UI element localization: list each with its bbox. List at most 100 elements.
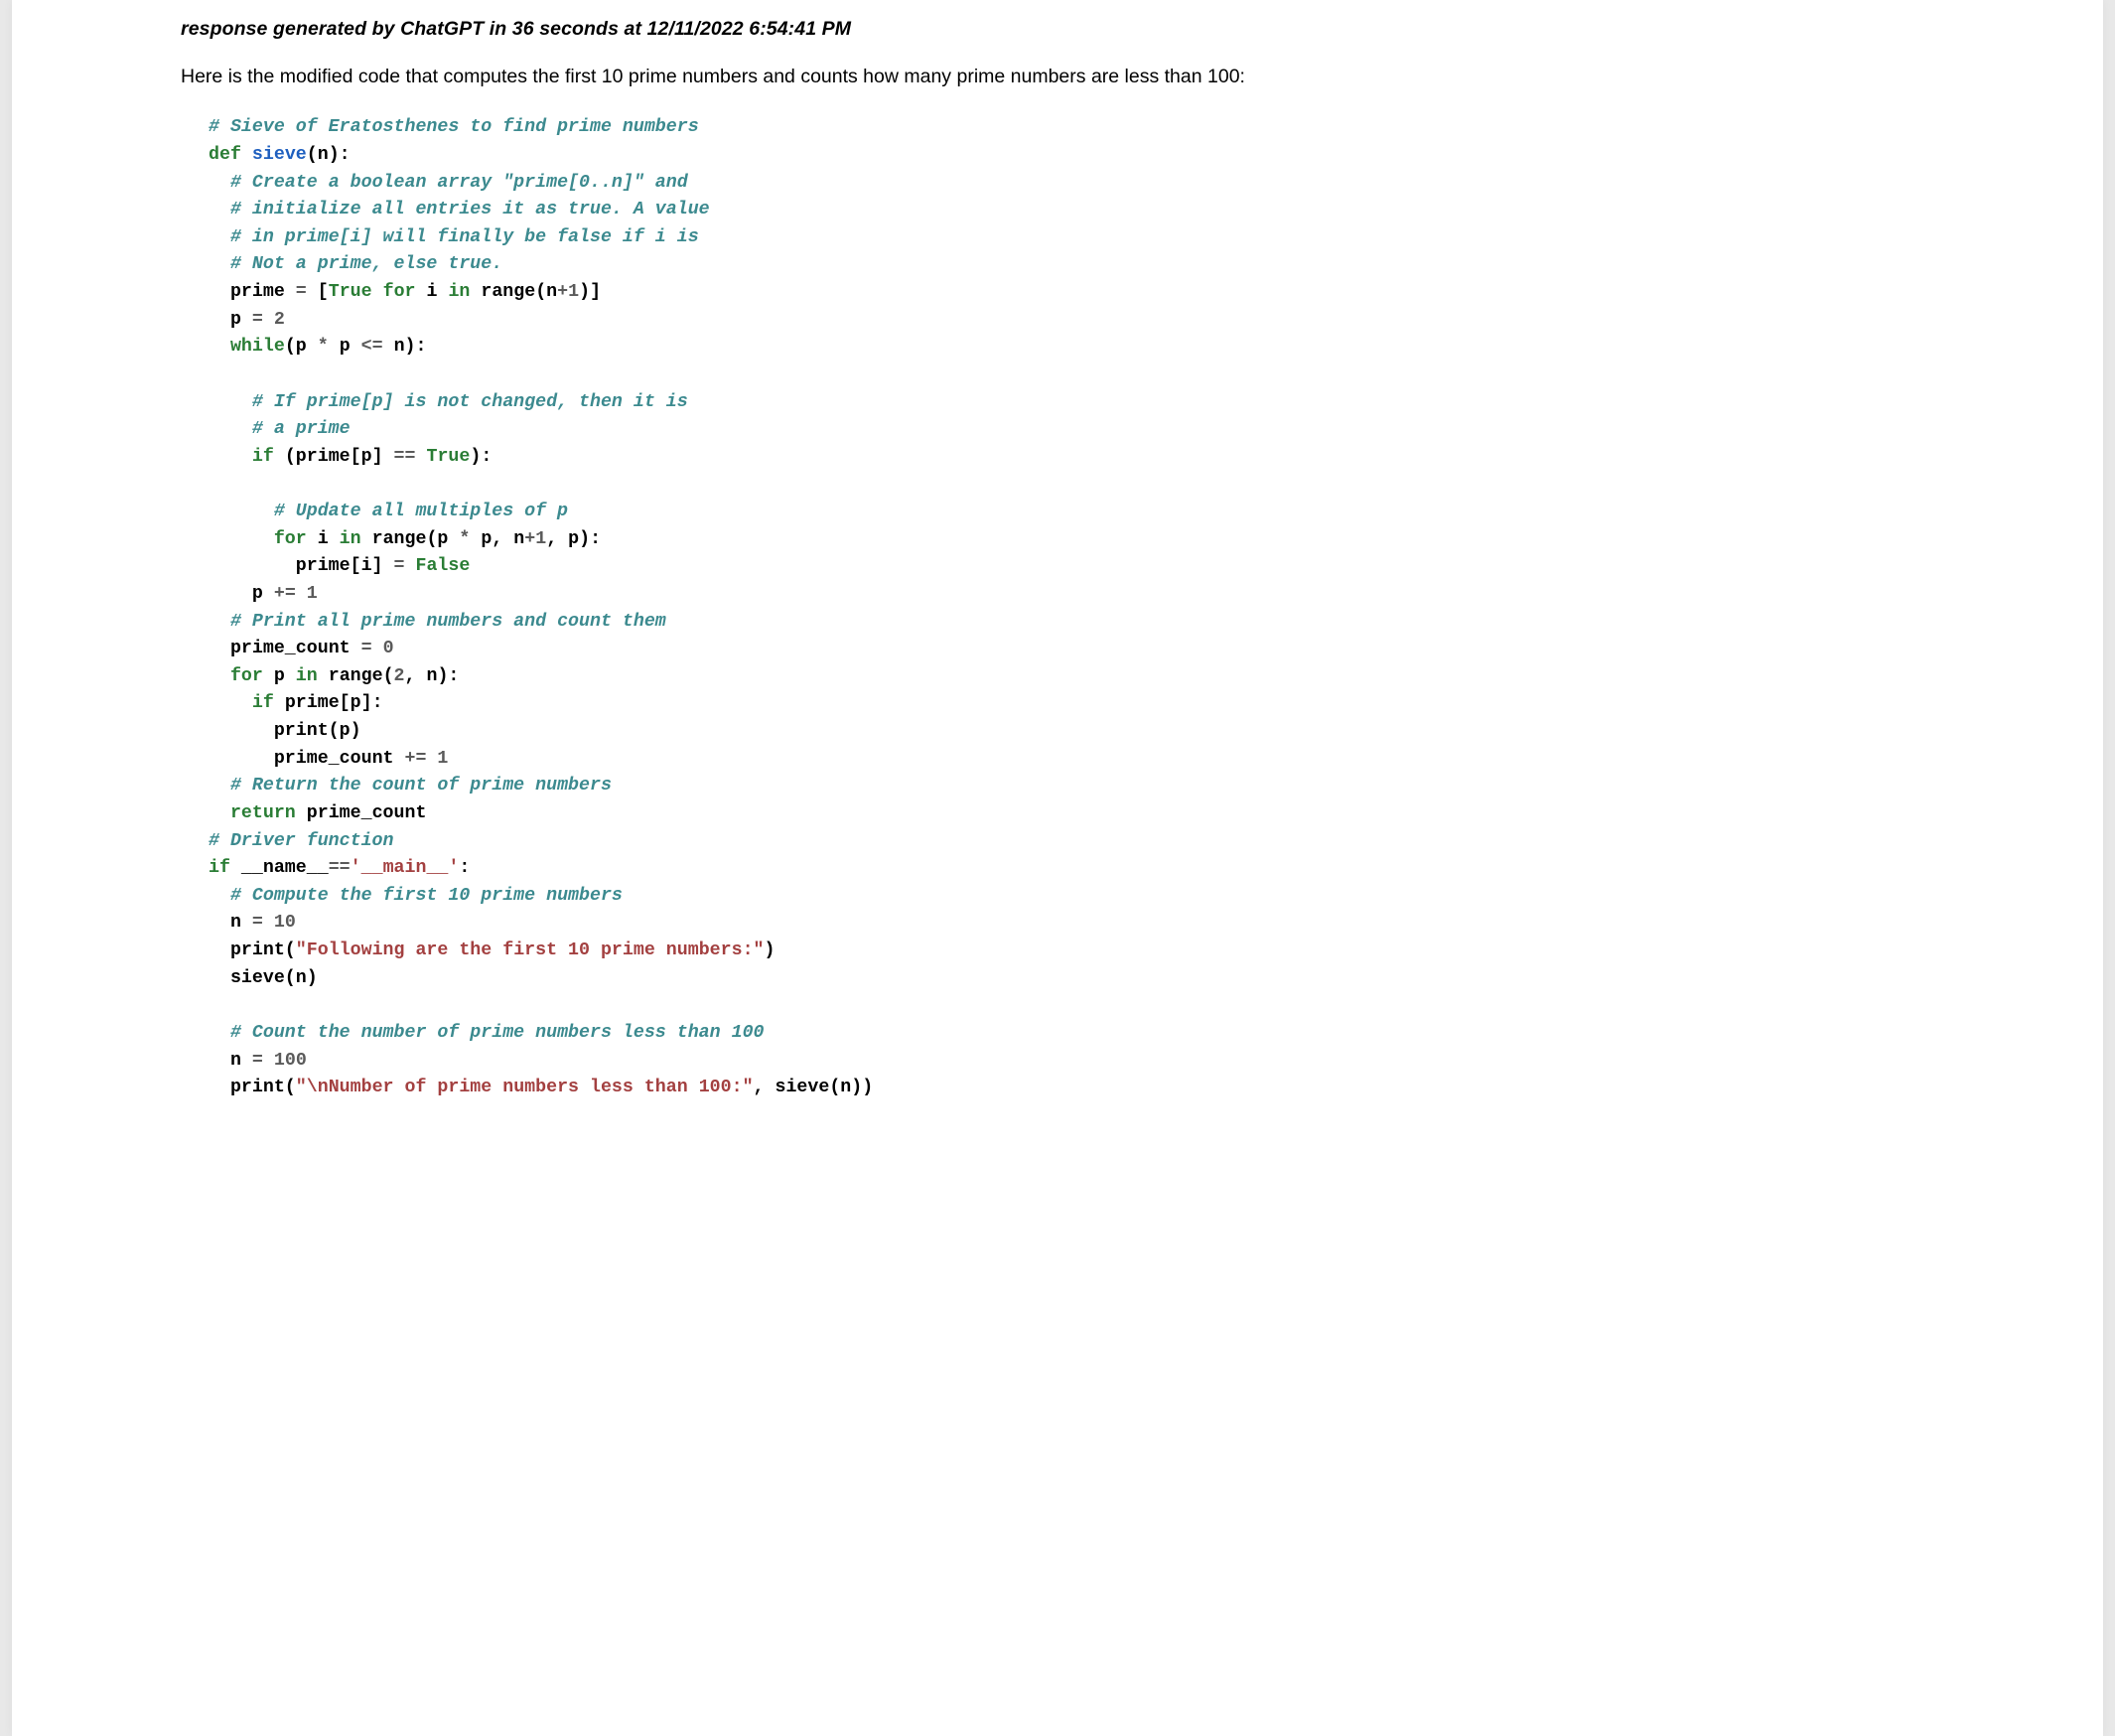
- intro-paragraph: Here is the modified code that computes …: [181, 63, 1944, 90]
- code-text: [: [307, 282, 329, 302]
- code-text: [372, 639, 383, 658]
- code-number: 1: [437, 749, 448, 769]
- code-comment: # Compute the first 10 prime numbers: [230, 886, 623, 906]
- code-text: __name__: [230, 858, 329, 878]
- code-comment: # in prime[i] will finally be false if i…: [230, 227, 699, 247]
- code-operator: +: [557, 282, 568, 302]
- code-text: (prime[p]: [274, 447, 394, 467]
- code-text: range(p: [361, 529, 460, 549]
- code-text: p: [230, 310, 252, 330]
- code-keyword: in: [296, 666, 318, 686]
- code-text: print(: [230, 1078, 296, 1097]
- code-text: [263, 913, 274, 933]
- code-operator: =: [252, 310, 263, 330]
- code-operator: ==: [329, 858, 351, 878]
- code-text: , n):: [405, 666, 460, 686]
- code-operator: <=: [361, 337, 383, 357]
- code-text: )]: [579, 282, 601, 302]
- code-text: :: [459, 858, 470, 878]
- code-text: prime[i]: [296, 556, 394, 576]
- code-keyword: in: [448, 282, 470, 302]
- code-text: range(: [318, 666, 394, 686]
- code-comment: # Update all multiples of p: [274, 502, 568, 521]
- code-text: p: [329, 337, 361, 357]
- code-number: 10: [274, 913, 296, 933]
- code-text: n: [230, 913, 252, 933]
- code-operator: *: [318, 337, 329, 357]
- code-text: (p: [285, 337, 318, 357]
- code-keyword: return: [230, 803, 296, 823]
- code-keyword: for: [383, 282, 416, 302]
- code-text: p: [263, 666, 296, 686]
- code-comment: # Return the count of prime numbers: [230, 776, 612, 796]
- code-text: i: [416, 282, 449, 302]
- code-keyword: in: [340, 529, 361, 549]
- code-text: prime_count: [296, 803, 427, 823]
- code-operator: =: [252, 913, 263, 933]
- code-number: 1: [535, 529, 546, 549]
- code-keyword: while: [230, 337, 285, 357]
- code-keyword: if: [209, 858, 230, 878]
- code-text: (n):: [307, 145, 351, 165]
- code-text: , p):: [546, 529, 601, 549]
- code-text: , sieve(n)): [754, 1078, 874, 1097]
- code-number: 1: [568, 282, 579, 302]
- code-string: "Following are the first 10 prime number…: [296, 940, 765, 960]
- code-block: # Sieve of Eratosthenes to find prime nu…: [181, 114, 1944, 1102]
- code-operator: =: [394, 556, 405, 576]
- code-comment: # Sieve of Eratosthenes to find prime nu…: [209, 117, 699, 137]
- code-text: i: [307, 529, 340, 549]
- code-comment: # initialize all entries it as true. A v…: [230, 200, 710, 219]
- code-text: [372, 282, 383, 302]
- code-string: "\nNumber of prime numbers less than 100…: [296, 1078, 754, 1097]
- code-number: 100: [274, 1051, 307, 1071]
- code-number: 1: [307, 584, 318, 604]
- code-text: [263, 1051, 274, 1071]
- code-number: 2: [394, 666, 405, 686]
- code-keyword: if: [252, 447, 274, 467]
- code-keyword: def: [209, 145, 241, 165]
- code-keyword: if: [252, 693, 274, 713]
- code-comment: # Count the number of prime numbers less…: [230, 1023, 765, 1043]
- code-text: prime[p]:: [274, 693, 383, 713]
- code-comment: # If prime[p] is not changed, then it is: [252, 392, 688, 412]
- code-number: 2: [274, 310, 285, 330]
- code-text: range(n: [470, 282, 557, 302]
- code-comment: # a prime: [252, 419, 351, 439]
- content-area: response generated by ChatGPT in 36 seco…: [12, 18, 2103, 1102]
- code-text: sieve(n): [230, 968, 318, 988]
- code-text: p, n: [470, 529, 524, 549]
- code-text: n):: [383, 337, 427, 357]
- response-meta-line: response generated by ChatGPT in 36 seco…: [181, 18, 1944, 41]
- code-text: prime: [230, 282, 296, 302]
- code-operator: *: [459, 529, 470, 549]
- code-text: n: [230, 1051, 252, 1071]
- code-text: [296, 584, 307, 604]
- code-boolean: True: [426, 447, 470, 467]
- code-text: p: [252, 584, 274, 604]
- code-operator: +=: [404, 749, 426, 769]
- code-text: print(: [230, 940, 296, 960]
- code-text: prime_count: [230, 639, 361, 658]
- code-text: ):: [470, 447, 492, 467]
- code-operator: =: [252, 1051, 263, 1071]
- code-operator: ==: [394, 447, 416, 467]
- code-text: ): [765, 940, 776, 960]
- code-operator: +=: [274, 584, 296, 604]
- code-function-name: sieve: [252, 145, 307, 165]
- code-comment: # Driver function: [209, 831, 394, 851]
- code-keyword: for: [274, 529, 307, 549]
- code-operator: =: [296, 282, 307, 302]
- code-operator: =: [361, 639, 372, 658]
- code-text: [405, 556, 416, 576]
- code-keyword: for: [230, 666, 263, 686]
- code-comment: # Print all prime numbers and count them: [230, 612, 666, 632]
- code-text: [426, 749, 437, 769]
- code-text: [263, 310, 274, 330]
- code-comment: # Create a boolean array "prime[0..n]" a…: [230, 173, 688, 193]
- code-text: prime_count: [274, 749, 405, 769]
- code-boolean: False: [415, 556, 470, 576]
- document-page: response generated by ChatGPT in 36 seco…: [12, 0, 2103, 1736]
- code-comment: # Not a prime, else true.: [230, 254, 502, 274]
- code-operator: +: [524, 529, 535, 549]
